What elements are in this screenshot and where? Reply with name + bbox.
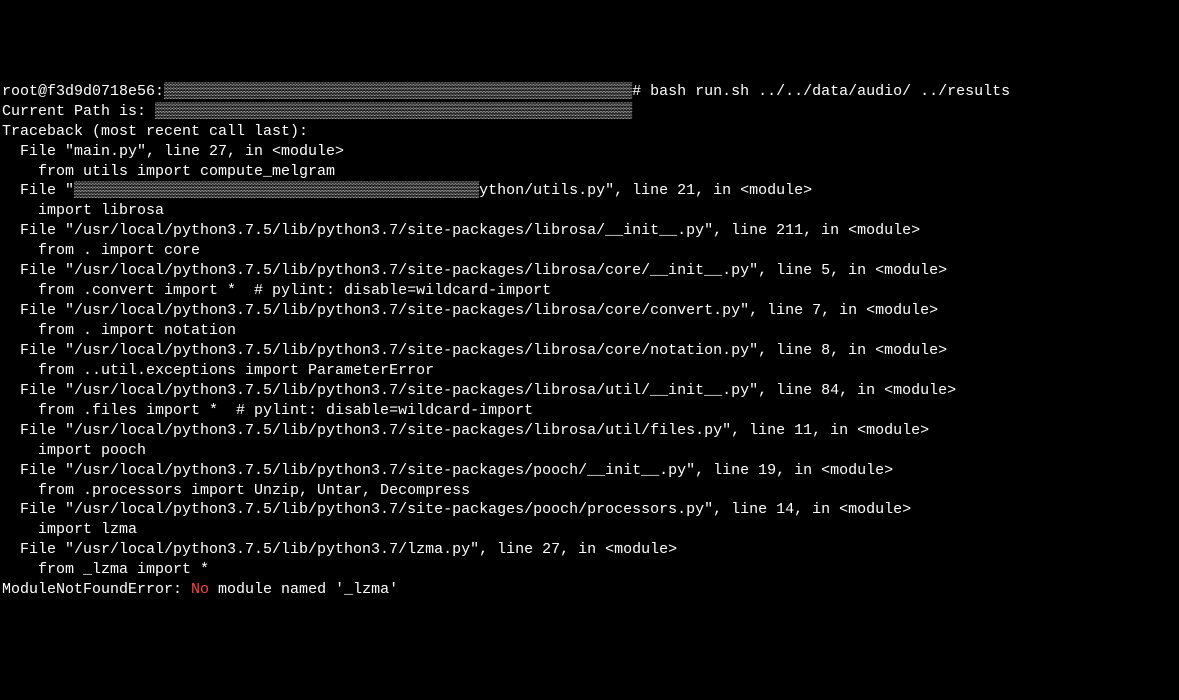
- terminal-line: import lzma: [2, 520, 1177, 540]
- terminal-line: import pooch: [2, 441, 1177, 461]
- terminal-line: root@f3d9d0718e56:▒▒▒▒▒▒▒▒▒▒▒▒▒▒▒▒▒▒▒▒▒▒…: [2, 82, 1177, 102]
- terminal-line: from .convert import * # pylint: disable…: [2, 281, 1177, 301]
- terminal-line: from ..util.exceptions import ParameterE…: [2, 361, 1177, 381]
- terminal-line: File "/usr/local/python3.7.5/lib/python3…: [2, 421, 1177, 441]
- terminal-line: from . import core: [2, 241, 1177, 261]
- terminal-line: File "/usr/local/python3.7.5/lib/python3…: [2, 341, 1177, 361]
- terminal-line: from .files import * # pylint: disable=w…: [2, 401, 1177, 421]
- terminal-line: from _lzma import *: [2, 560, 1177, 580]
- terminal-line: File "main.py", line 27, in <module>: [2, 142, 1177, 162]
- terminal-line: from utils import compute_melgram: [2, 162, 1177, 182]
- error-keyword: No: [191, 581, 209, 598]
- terminal-line: File "/usr/local/python3.7.5/lib/python3…: [2, 261, 1177, 281]
- terminal-line: File "/usr/local/python3.7.5/lib/python3…: [2, 500, 1177, 520]
- terminal-line: from .processors import Unzip, Untar, De…: [2, 481, 1177, 501]
- terminal-line: import librosa: [2, 201, 1177, 221]
- terminal-line: File "/usr/local/python3.7.5/lib/python3…: [2, 461, 1177, 481]
- terminal-line: File "/usr/local/python3.7.5/lib/python3…: [2, 381, 1177, 401]
- error-type: ModuleNotFoundError:: [2, 581, 191, 598]
- terminal-error-line: ModuleNotFoundError: No module named '_l…: [2, 580, 1177, 600]
- terminal-line: File "▒▒▒▒▒▒▒▒▒▒▒▒▒▒▒▒▒▒▒▒▒▒▒▒▒▒▒▒▒▒▒▒▒▒…: [2, 181, 1177, 201]
- error-message: module named '_lzma': [209, 581, 398, 598]
- terminal-line: File "/usr/local/python3.7.5/lib/python3…: [2, 221, 1177, 241]
- terminal-line: Current Path is: ▒▒▒▒▒▒▒▒▒▒▒▒▒▒▒▒▒▒▒▒▒▒▒…: [2, 102, 1177, 122]
- terminal-output: root@f3d9d0718e56:▒▒▒▒▒▒▒▒▒▒▒▒▒▒▒▒▒▒▒▒▒▒…: [0, 82, 1179, 600]
- terminal-line: File "/usr/local/python3.7.5/lib/python3…: [2, 301, 1177, 321]
- terminal-line: File "/usr/local/python3.7.5/lib/python3…: [2, 540, 1177, 560]
- terminal-line: Traceback (most recent call last):: [2, 122, 1177, 142]
- terminal-line: from . import notation: [2, 321, 1177, 341]
